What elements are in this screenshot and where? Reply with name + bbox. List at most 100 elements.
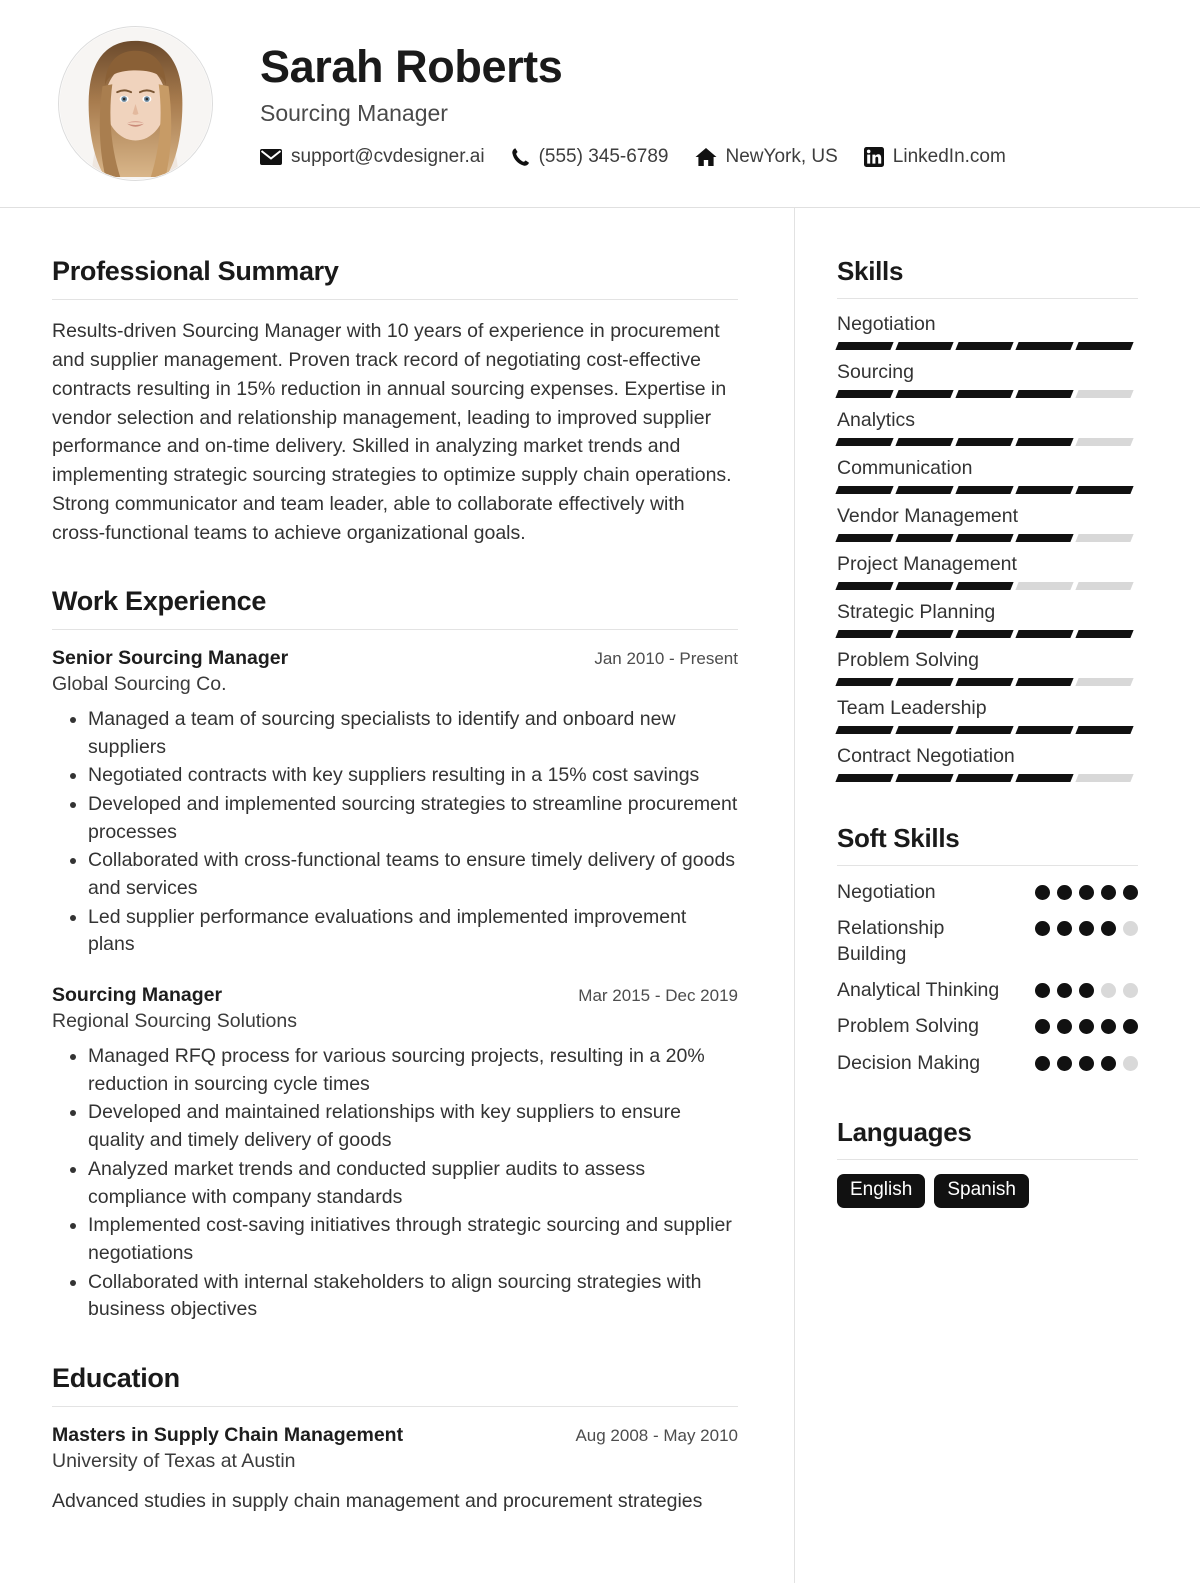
skill-label: Negotiation — [837, 313, 936, 335]
language-badge: English — [837, 1174, 926, 1208]
skill-bar-track — [835, 582, 1138, 590]
contact-phone[interactable]: (555) 345-6789 — [511, 146, 669, 168]
rating-dot — [1035, 983, 1050, 999]
rating-dot — [1123, 885, 1138, 900]
contact-location[interactable]: NewYork, US — [695, 146, 838, 168]
rating-bar-segment — [895, 774, 954, 782]
rating-bar-segment — [895, 390, 954, 398]
experience-bullets: Managed RFQ process for various sourcing… — [52, 1043, 738, 1324]
rating-bar-segment — [835, 486, 894, 494]
skill-row: Negotiation — [835, 313, 1138, 350]
skill-row: Communication — [835, 457, 1138, 494]
education-entry: Masters in Supply Chain Management Aug 2… — [52, 1424, 738, 1515]
rating-bar-segment — [895, 630, 954, 638]
languages-rule — [837, 1159, 1138, 1161]
rating-bar-segment — [835, 774, 894, 782]
experience-bullet: Led supplier performance evaluations and… — [88, 904, 738, 959]
section-languages: Languages English Spanish — [837, 1117, 1138, 1208]
section-work-experience: Work Experience Senior Sourcing Manager … — [52, 586, 738, 1324]
soft-skill-dots — [1035, 1051, 1138, 1071]
soft-skill-label: Decision Making — [837, 1051, 981, 1074]
soft-skill-row: Analytical Thinking — [837, 978, 1138, 1003]
rating-bar-segment — [895, 534, 954, 542]
skill-row: Project Management — [835, 553, 1138, 590]
education-school: University of Texas at Austin — [52, 1449, 296, 1472]
skill-row: Vendor Management — [835, 505, 1138, 542]
skill-row: Problem Solving — [835, 649, 1138, 686]
skill-row: Strategic Planning — [835, 601, 1138, 638]
email-icon — [260, 148, 282, 166]
rating-bar-segment — [1075, 342, 1134, 350]
experience-heading: Work Experience — [52, 585, 267, 616]
summary-text: Results-driven Sourcing Manager with 10 … — [52, 320, 732, 545]
experience-bullet: Collaborated with internal stakeholders … — [88, 1269, 738, 1324]
rating-bar-segment — [835, 342, 894, 350]
rating-dot — [1079, 1055, 1094, 1071]
skill-label: Team Leadership — [837, 697, 987, 719]
rating-dot — [1123, 921, 1138, 937]
rating-bar-segment — [955, 342, 1014, 350]
job-title: Sourcing Manager — [260, 100, 448, 127]
skill-label: Strategic Planning — [837, 601, 996, 623]
rating-bar-segment — [955, 582, 1014, 590]
rating-dot — [1057, 1019, 1072, 1035]
avatar — [58, 26, 213, 181]
rating-dot — [1035, 885, 1050, 900]
soft-skill-row: Relationship Building — [837, 916, 1138, 967]
contact-email[interactable]: support@cvdesigner.ai — [260, 146, 485, 168]
rating-bar-segment — [895, 726, 954, 734]
home-icon — [695, 147, 717, 167]
education-degree: Masters in Supply Chain Management — [52, 1423, 404, 1446]
education-rule — [52, 1405, 738, 1407]
skill-row: Analytics — [835, 409, 1138, 446]
skill-row: Sourcing — [835, 361, 1138, 398]
rating-dot — [1101, 1019, 1116, 1035]
soft-skill-dots — [1035, 916, 1138, 937]
soft-skill-label: Analytical Thinking — [837, 979, 1000, 1002]
rating-bar-segment — [955, 726, 1014, 734]
experience-role: Senior Sourcing Manager — [52, 646, 289, 669]
contact-phone-text: (555) 345-6789 — [538, 146, 669, 168]
skill-row: Team Leadership — [835, 697, 1138, 734]
experience-bullet: Developed and implemented sourcing strat… — [88, 791, 738, 846]
experience-entry-header: Senior Sourcing Manager Jan 2010 - Prese… — [52, 647, 738, 670]
rating-dot — [1057, 921, 1072, 937]
rating-bar-segment — [1075, 582, 1134, 590]
rating-dot — [1101, 921, 1116, 937]
rating-bar-segment — [895, 486, 954, 494]
rating-bar-segment — [895, 582, 954, 590]
rating-bar-segment — [1015, 438, 1074, 446]
rating-dot — [1079, 983, 1094, 999]
rating-bar-segment — [1015, 486, 1074, 494]
section-education: Education Masters in Supply Chain Manage… — [52, 1363, 738, 1515]
rating-dot — [1123, 983, 1138, 999]
contact-linkedin[interactable]: LinkedIn.com — [863, 146, 1006, 168]
skill-label: Analytics — [837, 409, 916, 431]
experience-entry: Senior Sourcing Manager Jan 2010 - Prese… — [52, 647, 738, 959]
rating-dot — [1079, 1019, 1094, 1035]
experience-bullets: Managed a team of sourcing specialists t… — [52, 706, 738, 959]
skill-bar-track — [835, 726, 1138, 734]
rating-bar-segment — [1075, 390, 1134, 398]
rating-dot — [1101, 983, 1116, 999]
full-name: Sarah Roberts — [260, 40, 563, 92]
rating-dot — [1057, 885, 1072, 900]
rating-bar-segment — [895, 678, 954, 686]
resume-page: Sarah Roberts Sourcing Manager support@c… — [0, 0, 1200, 1584]
resume-body: Professional Summary Results-driven Sour… — [0, 208, 1200, 1583]
skill-bar-track — [835, 342, 1138, 350]
rating-bar-segment — [835, 582, 894, 590]
rating-dot — [1079, 885, 1094, 900]
soft-skills-heading: Soft Skills — [837, 823, 960, 853]
soft-skill-dots — [1035, 1014, 1138, 1035]
education-description: Advanced studies in supply chain managem… — [52, 1489, 703, 1512]
rating-dot — [1057, 983, 1072, 999]
section-soft-skills: Soft Skills Negotiation Relationship Bui… — [837, 823, 1138, 1076]
experience-entry: Sourcing Manager Mar 2015 - Dec 2019 Reg… — [52, 984, 738, 1324]
rating-bar-segment — [1015, 534, 1074, 542]
rating-bar-segment — [955, 678, 1014, 686]
rating-bar-segment — [1015, 342, 1074, 350]
